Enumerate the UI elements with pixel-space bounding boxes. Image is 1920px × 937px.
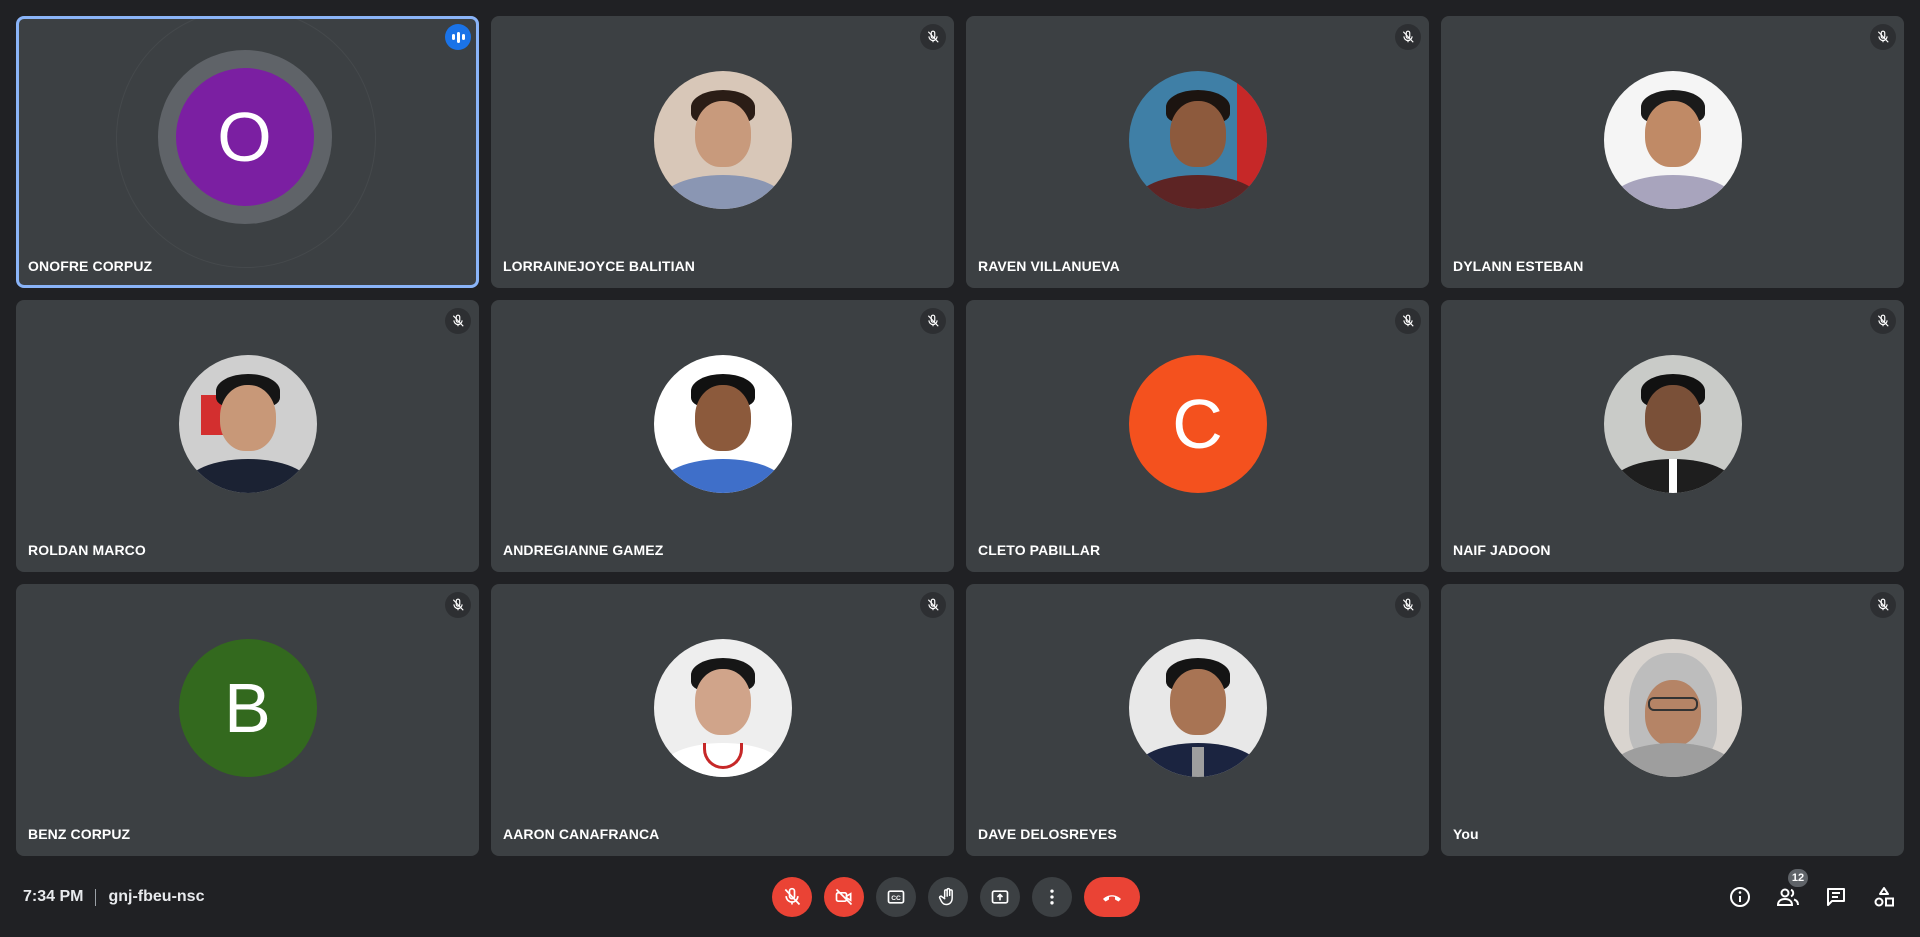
meeting-time: 7:34 PM (23, 888, 84, 905)
participant-tile[interactable]: O ONOFRE CORPUZ (16, 16, 479, 288)
avatar (178, 355, 317, 493)
svg-text:CC: CC (891, 895, 901, 902)
mic-off-icon (784, 887, 801, 906)
participant-tile[interactable]: RAVEN VILLANUEVA (966, 16, 1429, 288)
mic-off-icon (1395, 24, 1421, 50)
raise-hand-button[interactable] (928, 877, 968, 917)
participant-tile[interactable]: DAVE DELOSREYES (966, 584, 1429, 856)
captions-button[interactable]: CC (876, 877, 916, 917)
avatar (1603, 71, 1742, 209)
participant-tile[interactable]: You (1441, 584, 1904, 856)
activities-button[interactable] (1866, 879, 1902, 915)
participant-name: NAIF JADOON (1453, 542, 1551, 558)
mic-off-icon (445, 308, 471, 334)
participant-tile[interactable]: AARON CANAFRANCA (491, 584, 954, 856)
participant-name: CLETO PABILLAR (978, 542, 1101, 558)
speaking-indicator-icon (445, 24, 471, 50)
avatar: C (1128, 355, 1267, 493)
avatar (653, 639, 792, 777)
avatar: B (178, 639, 317, 777)
mic-off-icon (445, 592, 471, 618)
chat-button[interactable] (1818, 879, 1854, 915)
participant-tile[interactable]: ANDREGIANNE GAMEZ (491, 300, 954, 572)
captions-icon: CC (887, 890, 905, 904)
avatar (1128, 71, 1267, 209)
people-count-badge: 12 (1788, 869, 1808, 887)
mic-off-icon (1870, 592, 1896, 618)
camera-toggle-button[interactable] (824, 877, 864, 917)
camera-off-icon (835, 888, 853, 906)
mic-off-icon (1870, 308, 1896, 334)
end-call-button[interactable] (1084, 877, 1140, 917)
avatar-letter: C (1172, 385, 1223, 463)
present-button[interactable] (980, 877, 1020, 917)
divider (95, 888, 97, 906)
participant-tile[interactable]: NAIF JADOON (1441, 300, 1904, 572)
participant-grid: O ONOFRE CORPUZ LORRAINEJOYCE BALITIAN R… (16, 16, 1905, 856)
participant-name: AARON CANAFRANCA (503, 826, 660, 842)
info-icon (1730, 887, 1750, 907)
more-options-button[interactable] (1032, 877, 1072, 917)
mic-off-icon (920, 308, 946, 334)
end-call-icon (1103, 895, 1121, 902)
avatar-letter: O (217, 98, 272, 176)
mic-off-icon (920, 592, 946, 618)
participant-name: RAVEN VILLANUEVA (978, 258, 1120, 274)
mic-toggle-button[interactable] (772, 877, 812, 917)
participant-name: DAVE DELOSREYES (978, 826, 1117, 842)
participant-name: You (1453, 826, 1479, 842)
avatar (1128, 639, 1267, 777)
participant-tile[interactable]: DYLANN ESTEBAN (1441, 16, 1904, 288)
participant-name: ROLDAN MARCO (28, 542, 146, 558)
call-controls: CC (772, 877, 1140, 917)
more-options-icon (1050, 889, 1054, 905)
participant-tile[interactable]: C CLETO PABILLAR (966, 300, 1429, 572)
meeting-info: 7:34 PM gnj-fbeu-nsc (23, 888, 204, 906)
participant-name: LORRAINEJOYCE BALITIAN (503, 258, 695, 274)
bottom-bar: 7:34 PM gnj-fbeu-nsc CC 12 (0, 858, 1920, 937)
participant-name: ANDREGIANNE GAMEZ (503, 542, 664, 558)
mic-off-icon (920, 24, 946, 50)
side-panel-controls: 12 (1722, 869, 1902, 915)
avatar (1603, 639, 1742, 777)
present-icon (991, 890, 1009, 904)
avatar (653, 355, 792, 493)
participant-name: BENZ CORPUZ (28, 826, 131, 842)
participant-name: DYLANN ESTEBAN (1453, 258, 1584, 274)
mic-off-icon (1395, 308, 1421, 334)
raise-hand-icon (938, 887, 953, 906)
activities-icon (1874, 887, 1894, 907)
chat-icon (1827, 888, 1845, 906)
avatar (653, 71, 792, 209)
participant-name: ONOFRE CORPUZ (28, 258, 153, 274)
participant-tile[interactable]: LORRAINEJOYCE BALITIAN (491, 16, 954, 288)
avatar: O (175, 68, 314, 206)
meeting-code[interactable]: gnj-fbeu-nsc (108, 888, 204, 906)
participant-tile[interactable]: B BENZ CORPUZ (16, 584, 479, 856)
mic-off-icon (1870, 24, 1896, 50)
people-icon (1776, 888, 1799, 906)
avatar-letter: B (224, 669, 271, 747)
mic-off-icon (1395, 592, 1421, 618)
meeting-details-button[interactable] (1722, 879, 1758, 915)
people-button[interactable]: 12 (1770, 869, 1808, 915)
avatar (1603, 355, 1742, 493)
participant-tile[interactable]: ROLDAN MARCO (16, 300, 479, 572)
